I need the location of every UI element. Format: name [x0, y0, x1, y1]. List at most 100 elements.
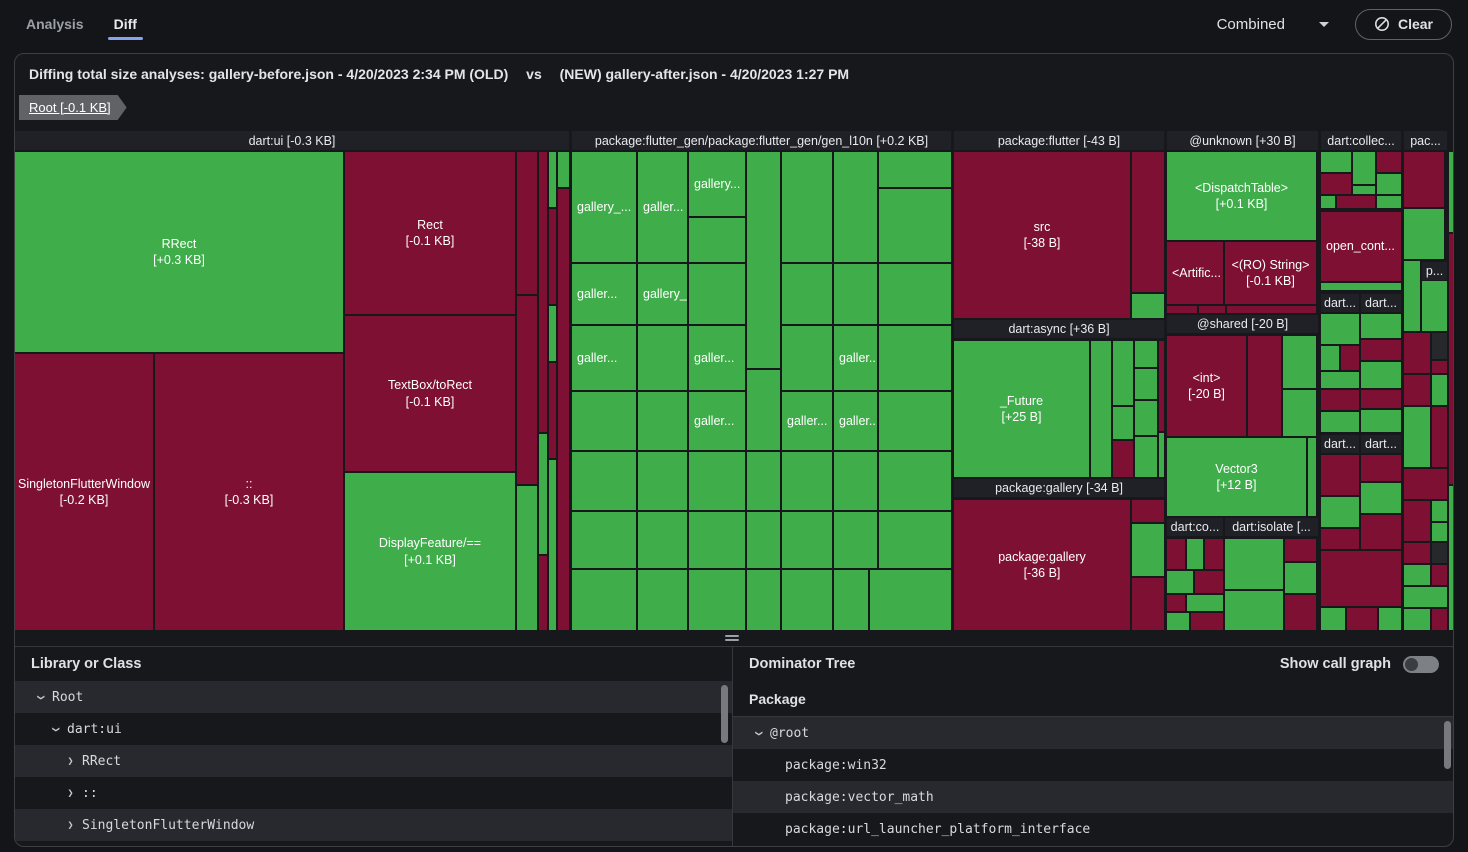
- treemap-subgroup-header[interactable]: package:gallery [-34 B]: [954, 479, 1164, 497]
- treemap-cell[interactable]: [782, 326, 832, 390]
- treemap-cell[interactable]: [1135, 341, 1157, 367]
- treemap-cell[interactable]: galler...: [638, 152, 687, 262]
- treemap-cell[interactable]: [1353, 186, 1375, 194]
- treemap-cell[interactable]: [1285, 563, 1316, 593]
- treemap-cell[interactable]: [549, 152, 556, 207]
- treemap-group-header[interactable]: package:flutter [-43 B]: [954, 131, 1164, 150]
- treemap-group-header[interactable]: dart:collec...: [1321, 131, 1401, 150]
- treemap-cell[interactable]: [1167, 571, 1193, 593]
- treemap-cell[interactable]: [879, 512, 951, 568]
- library-class-row[interactable]: ❯Root: [15, 681, 732, 713]
- treemap-cell[interactable]: [1404, 587, 1447, 607]
- treemap-cell[interactable]: [782, 570, 832, 630]
- treemap-cell[interactable]: [1347, 608, 1377, 630]
- treemap-cell[interactable]: galler...: [834, 392, 877, 450]
- treemap-cell[interactable]: gallery_l...: [638, 264, 687, 324]
- treemap-cell[interactable]: [1321, 497, 1359, 527]
- treemap-group-header[interactable]: @unknown [+30 B]: [1167, 131, 1318, 150]
- treemap-cell[interactable]: [1404, 469, 1447, 499]
- treemap-cell[interactable]: galler...: [782, 392, 832, 450]
- treemap-cell[interactable]: [1135, 401, 1157, 435]
- treemap-cell[interactable]: [879, 189, 951, 262]
- treemap-cell[interactable]: package:gallery [-36 B]: [954, 500, 1130, 630]
- treemap-cell[interactable]: [549, 363, 556, 458]
- treemap-cell[interactable]: [1321, 529, 1359, 549]
- treemap-cell[interactable]: [558, 189, 569, 630]
- treemap-subgroup-header[interactable]: dart:isolate [...: [1225, 518, 1318, 536]
- chevron-right-icon[interactable]: ❯: [63, 788, 78, 799]
- treemap-cell[interactable]: [1432, 543, 1447, 563]
- treemap-cell[interactable]: [1404, 375, 1430, 405]
- treemap-cell[interactable]: [879, 264, 951, 324]
- tab-diff[interactable]: Diff: [112, 0, 139, 48]
- treemap-cell[interactable]: [1199, 306, 1225, 313]
- treemap-cell[interactable]: [1432, 501, 1447, 521]
- treemap-subgroup-header[interactable]: p...: [1422, 262, 1447, 280]
- treemap-cell[interactable]: [1285, 539, 1316, 561]
- chevron-down-icon[interactable]: ❯: [35, 690, 46, 705]
- treemap-cell[interactable]: [1321, 346, 1339, 370]
- treemap-cell[interactable]: [1404, 565, 1430, 585]
- treemap-cell[interactable]: SingletonFlutterWindow [-0.2 KB]: [15, 354, 153, 630]
- library-class-row[interactable]: ❯::: [15, 777, 732, 809]
- treemap-cell[interactable]: [1225, 591, 1283, 630]
- treemap-cell[interactable]: [572, 570, 636, 630]
- treemap-cell[interactable]: <int> [-20 B]: [1167, 336, 1246, 436]
- chevron-down-icon[interactable]: ❯: [50, 722, 61, 737]
- treemap-group-header[interactable]: package:flutter_gen/package:flutter_gen/…: [572, 131, 951, 150]
- treemap-cell[interactable]: [1361, 455, 1401, 481]
- treemap-cell[interactable]: gallery_...: [572, 152, 636, 262]
- treemap-cell[interactable]: [1187, 595, 1223, 611]
- treemap-cell[interactable]: [1361, 314, 1401, 338]
- treemap-cell[interactable]: [1377, 196, 1401, 208]
- treemap-cell[interactable]: [1449, 234, 1454, 484]
- treemap-subgroup-header[interactable]: dart...: [1361, 294, 1401, 312]
- treemap-cell[interactable]: <Artific...: [1167, 242, 1223, 304]
- treemap-cell[interactable]: [689, 452, 745, 510]
- treemap-cell[interactable]: [558, 152, 569, 187]
- treemap-cell[interactable]: [1432, 375, 1447, 405]
- treemap-cell[interactable]: [747, 512, 780, 568]
- treemap-cell[interactable]: [1361, 515, 1401, 549]
- treemap-cell[interactable]: [572, 452, 636, 510]
- library-class-row[interactable]: ❯dart:ui: [15, 713, 732, 745]
- treemap-cell[interactable]: [1377, 152, 1401, 172]
- treemap-cell[interactable]: [1404, 609, 1430, 630]
- library-class-row[interactable]: ❯SingletonFlutterWindow: [15, 809, 732, 841]
- treemap-cell[interactable]: [539, 152, 547, 432]
- treemap-cell[interactable]: [1132, 500, 1164, 522]
- treemap-cell[interactable]: [834, 512, 877, 568]
- treemap-cell[interactable]: [1361, 390, 1401, 408]
- treemap-cell[interactable]: [1321, 314, 1359, 344]
- treemap-cell[interactable]: [1167, 306, 1197, 313]
- treemap-cell[interactable]: [1113, 407, 1133, 439]
- treemap-cell[interactable]: [517, 296, 537, 484]
- treemap-cell[interactable]: [1377, 174, 1401, 194]
- treemap-cell[interactable]: [1337, 196, 1375, 208]
- treemap-cell[interactable]: galler...: [572, 264, 636, 324]
- treemap-cell[interactable]: [747, 370, 780, 450]
- treemap-cell[interactable]: [1449, 486, 1454, 630]
- treemap-cell[interactable]: [1283, 336, 1316, 388]
- treemap-cell[interactable]: [1205, 539, 1223, 569]
- treemap-cell[interactable]: gallery...: [689, 152, 745, 216]
- treemap-cell[interactable]: [1167, 613, 1189, 630]
- treemap-cell[interactable]: [572, 512, 636, 568]
- treemap-cell[interactable]: TextBox/toRect [-0.1 KB]: [345, 316, 515, 471]
- treemap-cell[interactable]: Vector3 [+12 B]: [1167, 438, 1306, 516]
- treemap-cell[interactable]: [689, 512, 745, 568]
- dominator-tree-row[interactable]: ❯package:vector_math: [733, 781, 1454, 813]
- treemap-cell[interactable]: galler...: [689, 392, 745, 450]
- treemap-cell[interactable]: [1132, 578, 1164, 630]
- treemap-cell[interactable]: [572, 392, 636, 450]
- treemap-cell[interactable]: [1321, 174, 1351, 194]
- treemap-cell[interactable]: <(RO) String> [-0.1 KB]: [1225, 242, 1316, 304]
- treemap-cell[interactable]: [1361, 483, 1401, 513]
- treemap-cell[interactable]: [1321, 372, 1359, 388]
- treemap-cell[interactable]: [638, 570, 687, 630]
- treemap-cell[interactable]: [539, 556, 547, 630]
- treemap-cell[interactable]: [834, 570, 868, 630]
- treemap-cell[interactable]: [1159, 433, 1164, 477]
- clear-button[interactable]: Clear: [1355, 9, 1452, 40]
- treemap-cell[interactable]: [879, 392, 951, 450]
